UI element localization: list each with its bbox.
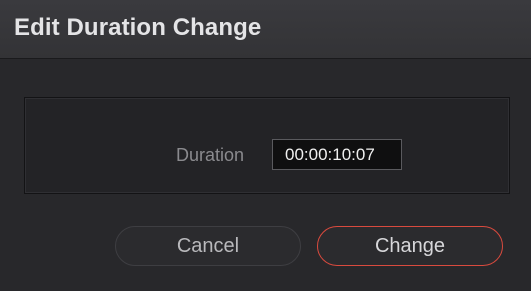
- cancel-button-label: Cancel: [176, 234, 240, 257]
- dialog-titlebar: Edit Duration Change: [0, 0, 531, 59]
- change-button-label: Change: [374, 234, 446, 257]
- duration-panel: [24, 97, 510, 194]
- edit-duration-dialog: Edit Duration Change Duration Cancel Cha…: [0, 0, 531, 291]
- dialog-title: Edit Duration Change: [14, 14, 262, 41]
- cancel-button[interactable]: Cancel: [115, 226, 301, 266]
- change-button[interactable]: Change: [317, 226, 503, 266]
- duration-label: Duration: [176, 145, 245, 165]
- duration-input[interactable]: [272, 139, 402, 170]
